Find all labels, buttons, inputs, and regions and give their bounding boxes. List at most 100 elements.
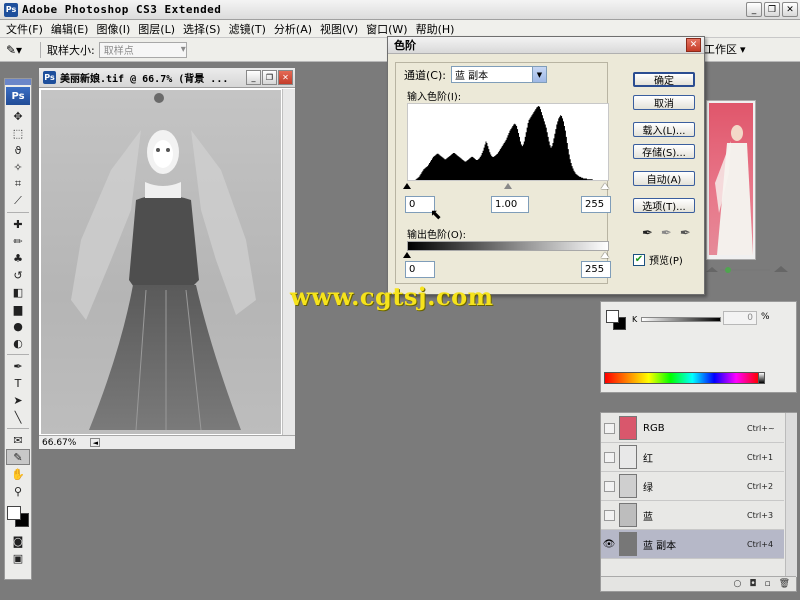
channel-row[interactable]: RGB Ctrl+~ xyxy=(601,414,784,443)
preview-checkbox[interactable]: ✔ xyxy=(633,253,645,266)
history-brush-tool-icon[interactable]: ↺ xyxy=(6,267,30,283)
channel-select[interactable]: 蓝 副本 ▼ xyxy=(450,66,547,83)
eyedropper-tool-icon[interactable]: ✎ xyxy=(6,449,30,465)
magic-wand-tool-icon[interactable]: ✧ xyxy=(6,159,30,175)
foreground-color-swatch[interactable] xyxy=(7,506,21,520)
slice-tool-icon[interactable]: ⟋ xyxy=(6,193,30,209)
menu-item-3[interactable]: 图层(L) xyxy=(134,21,179,37)
menu-item-5[interactable]: 滤镜(T) xyxy=(225,21,270,37)
save-button[interactable]: 存储(S)... xyxy=(633,144,695,159)
gray-eyedropper-icon[interactable]: ✒ xyxy=(661,226,672,241)
zoom-tool-icon[interactable]: ⚲ xyxy=(6,483,30,499)
menu-item-7[interactable]: 视图(V) xyxy=(316,21,362,37)
move-tool-icon[interactable]: ✥ xyxy=(6,108,30,124)
dialog-close-button[interactable]: ✕ xyxy=(686,38,701,52)
original-image-window[interactable] xyxy=(706,100,756,260)
output-slider[interactable] xyxy=(403,252,609,260)
color-swatches[interactable] xyxy=(6,503,30,529)
vertical-scrollbar[interactable] xyxy=(282,89,295,435)
restore-button[interactable]: ❐ xyxy=(764,2,780,17)
load-channel-as-selection-icon[interactable]: ○ xyxy=(733,579,741,589)
new-channel-icon[interactable]: ▫ xyxy=(764,579,770,589)
color-spectrum-bar[interactable] xyxy=(604,372,759,384)
eye-off-icon[interactable] xyxy=(603,451,615,463)
crop-tool-icon[interactable]: ⌗ xyxy=(6,176,30,192)
dodge-tool-icon[interactable]: ◐ xyxy=(6,335,30,351)
tool-preset-picker[interactable]: ✎▾ xyxy=(6,41,34,59)
k-value-field[interactable]: 0 xyxy=(723,311,757,325)
preview-label[interactable]: 预览(P) xyxy=(649,252,683,267)
visibility-toggle[interactable] xyxy=(601,414,617,443)
dialog-title-bar[interactable]: 色阶 xyxy=(388,37,704,54)
output-black-field[interactable]: 0 xyxy=(405,261,435,278)
input-slider[interactable] xyxy=(403,183,609,191)
status-menu-arrow-icon[interactable]: ◄ xyxy=(90,438,101,447)
auto-button[interactable]: 自动(A) xyxy=(633,171,695,186)
channel-row[interactable]: 蓝 Ctrl+3 xyxy=(601,501,784,530)
minimize-button[interactable]: _ xyxy=(746,2,762,17)
black-white-ramp[interactable] xyxy=(759,372,765,384)
menu-item-6[interactable]: 分析(A) xyxy=(270,21,316,37)
visibility-toggle[interactable] xyxy=(601,472,617,501)
pen-tool-icon[interactable]: ✒ xyxy=(6,358,30,374)
screen-mode-icon[interactable]: ▣ xyxy=(6,550,30,566)
visibility-toggle[interactable] xyxy=(601,443,617,472)
output-black-slider[interactable] xyxy=(403,252,411,258)
menu-item-9[interactable]: 帮助(H) xyxy=(412,21,459,37)
minimize-button[interactable]: _ xyxy=(246,70,261,85)
eye-off-icon[interactable] xyxy=(603,509,615,521)
brush-tool-icon[interactable]: ✏ xyxy=(6,233,30,249)
white-point-slider[interactable] xyxy=(601,183,609,189)
photoshop-logo-icon[interactable]: Ps xyxy=(6,87,30,105)
channel-row[interactable]: 绿 Ctrl+2 xyxy=(601,472,784,501)
channel-row[interactable]: 红 Ctrl+1 xyxy=(601,443,784,472)
gradient-tool-icon[interactable]: ▆ xyxy=(6,301,30,317)
menu-item-2[interactable]: 图像(I) xyxy=(92,21,134,37)
visibility-toggle[interactable] xyxy=(601,501,617,530)
sample-size-select[interactable]: 取样点 ▾ xyxy=(98,41,187,58)
options-button[interactable]: 选项(T)... xyxy=(633,198,695,213)
menu-item-4[interactable]: 选择(S) xyxy=(179,21,225,37)
save-selection-as-channel-icon[interactable]: ◘ xyxy=(749,579,756,589)
lasso-tool-icon[interactable]: ϑ xyxy=(6,142,30,158)
zoom-level[interactable]: 66.67% xyxy=(42,438,76,448)
clone-stamp-tool-icon[interactable]: ♣ xyxy=(6,250,30,266)
input-white-field[interactable]: 255 xyxy=(581,196,611,213)
delete-channel-icon[interactable]: 🗑 xyxy=(779,579,790,589)
foreground-color-swatch[interactable] xyxy=(606,310,619,323)
white-eyedropper-icon[interactable]: ✒ xyxy=(680,226,691,241)
chevron-down-icon[interactable]: ▼ xyxy=(531,67,546,82)
hand-tool-icon[interactable]: ✋ xyxy=(6,466,30,482)
workspace-button[interactable]: 工作区 ▾ xyxy=(704,41,746,57)
k-slider[interactable] xyxy=(641,317,721,322)
close-button[interactable]: ✕ xyxy=(278,70,293,85)
quick-mask-icon[interactable]: ◙ xyxy=(6,533,30,549)
maximize-button[interactable]: ❐ xyxy=(262,70,277,85)
close-button[interactable]: ✕ xyxy=(782,2,798,17)
menu-item-8[interactable]: 窗口(W) xyxy=(362,21,411,37)
menu-item-1[interactable]: 编辑(E) xyxy=(47,21,93,37)
eye-icon[interactable]: 👁 xyxy=(603,539,616,550)
gamma-slider[interactable] xyxy=(504,183,512,189)
notes-tool-icon[interactable]: ✉ xyxy=(6,432,30,448)
eraser-tool-icon[interactable]: ◧ xyxy=(6,284,30,300)
load-button[interactable]: 载入(L)... xyxy=(633,122,695,137)
eye-off-icon[interactable] xyxy=(603,480,615,492)
toolbox-header[interactable] xyxy=(5,79,31,85)
path-selection-tool-icon[interactable]: ➤ xyxy=(6,392,30,408)
channel-row[interactable]: 👁 蓝 副本 Ctrl+4 xyxy=(601,530,784,559)
visibility-toggle[interactable]: 👁 xyxy=(601,530,617,559)
blur-tool-icon[interactable]: ● xyxy=(6,318,30,334)
healing-brush-tool-icon[interactable]: ✚ xyxy=(6,216,30,232)
line-tool-icon[interactable]: ╲ xyxy=(6,409,30,425)
channels-scrollbar[interactable] xyxy=(785,413,797,577)
black-eyedropper-icon[interactable]: ✒ xyxy=(642,226,653,241)
eye-off-icon[interactable] xyxy=(603,422,615,434)
document-title-bar[interactable]: Ps 美丽新娘.tif @ 66.7% (背景 ... _ ❐ ✕ xyxy=(39,68,295,88)
document-canvas[interactable] xyxy=(41,90,281,434)
black-point-slider[interactable] xyxy=(403,183,411,189)
menu-item-0[interactable]: 文件(F) xyxy=(2,21,47,37)
ok-button[interactable]: 确定 xyxy=(633,72,695,87)
marquee-tool-icon[interactable]: ⬚ xyxy=(6,125,30,141)
cancel-button[interactable]: 取消 xyxy=(633,95,695,110)
